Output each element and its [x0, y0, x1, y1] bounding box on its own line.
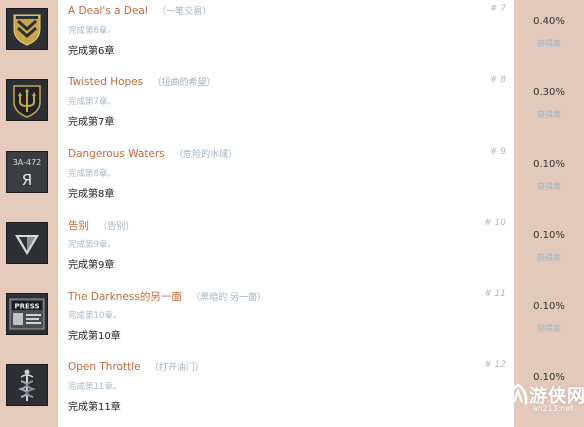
- achievement-description: 完成第11章。: [68, 382, 122, 392]
- achievement-row[interactable]: PRESS The Darkness的另一面 （黑暗的 另一面） 完成第10章。…: [0, 285, 584, 356]
- achievement-subtitle: （危险的水域）: [174, 150, 238, 160]
- achievement-row[interactable]: Open Throttle （打开油门） 完成第11章。 完成第11章 # 12…: [0, 356, 584, 427]
- achievement-percentage-label: 获得度: [537, 110, 561, 119]
- triangle-icon: [6, 222, 48, 264]
- achievement-title[interactable]: Dangerous Waters: [68, 148, 165, 160]
- achievement-number: # 9: [489, 147, 506, 157]
- achievement-title-line: A Deal's a Deal （一笔交易）: [68, 4, 211, 17]
- license-plate-icon: 3A-472 Я: [6, 151, 48, 193]
- achievement-title[interactable]: The Darkness的另一面: [68, 291, 182, 303]
- achievement-number: # 7: [489, 4, 506, 14]
- achievement-number: # 11: [484, 289, 506, 299]
- achievement-percentage: 0.40%: [533, 16, 565, 27]
- watermark-domain: ali213.net: [533, 404, 574, 413]
- achievement-subtitle: （黑暗的 另一面）: [191, 293, 267, 303]
- achievement-subtitle: （一笔交易）: [157, 7, 212, 17]
- achievement-subtitle: （告别）: [98, 222, 135, 232]
- achievement-percentage: 0.10%: [533, 301, 565, 312]
- achievement-row[interactable]: 告别 （告别） 完成第9章。 完成第9章 # 10 0.10% 获得度: [0, 214, 584, 285]
- press-badge-text: PRESS: [14, 303, 39, 311]
- achievement-requirement: 完成第7章: [68, 117, 115, 128]
- trident-shield-icon: [6, 79, 48, 121]
- achievement-row[interactable]: 3A-472 Я Dangerous Waters （危险的水域） 完成第8章。…: [0, 143, 584, 214]
- license-plate-text: 3A-472: [13, 158, 42, 167]
- achievement-requirement: 完成第9章: [68, 260, 115, 271]
- achievement-row[interactable]: Twisted Hopes （扭曲的希望） 完成第7章。 完成第7章 # 8 0…: [0, 71, 584, 142]
- achievement-requirement: 完成第8章: [68, 189, 115, 200]
- achievement-percentage: 0.10%: [533, 159, 565, 170]
- achievement-percentage: 0.10%: [533, 230, 565, 241]
- achievement-row[interactable]: A Deal's a Deal （一笔交易） 完成第6章。 完成第6章 # 7 …: [0, 0, 584, 71]
- achievement-percentage-label: 获得度: [537, 324, 561, 333]
- site-watermark: 游侠网 ali213.net: [503, 378, 584, 418]
- achievement-description: 完成第6章。: [68, 26, 116, 36]
- achievement-number: # 10: [484, 218, 506, 228]
- achievement-title-line: Dangerous Waters （危险的水域）: [68, 147, 237, 160]
- achievement-description: 完成第9章。: [68, 240, 116, 250]
- achievement-subtitle: （扭曲的希望）: [152, 78, 216, 88]
- achievement-percentage-label: 获得度: [537, 253, 561, 262]
- achievement-requirement: 完成第10章: [68, 331, 121, 342]
- achievement-number: # 12: [484, 360, 506, 370]
- achievement-percentage-label: 获得度: [537, 182, 561, 191]
- chevron-shield-icon: [6, 8, 48, 50]
- achievement-title-line: 告别 （告别）: [68, 218, 134, 233]
- achievement-percentage-label: 获得度: [537, 39, 561, 48]
- achievement-title-line: The Darkness的另一面 （黑暗的 另一面）: [68, 289, 266, 304]
- achievement-description: 完成第10章。: [68, 311, 122, 321]
- achievement-title[interactable]: 告别: [68, 220, 89, 232]
- press-badge-icon: PRESS: [6, 293, 48, 335]
- achievement-requirement: 完成第11章: [68, 402, 121, 413]
- achievement-requirement: 完成第6章: [68, 46, 115, 57]
- achievement-title-line: Twisted Hopes （扭曲的希望）: [68, 75, 216, 88]
- achievement-description: 完成第7章。: [68, 97, 116, 107]
- achievement-title[interactable]: Open Throttle: [68, 361, 141, 373]
- achievement-title[interactable]: Twisted Hopes: [68, 76, 143, 88]
- achievement-percentage: 0.30%: [533, 87, 565, 98]
- watermark-logo-icon: [508, 383, 528, 405]
- achievement-title-line: Open Throttle （打开油门）: [68, 360, 204, 373]
- achievement-subtitle: （打开油门）: [149, 363, 204, 373]
- achievement-title[interactable]: A Deal's a Deal: [68, 5, 148, 17]
- license-plate-letter: Я: [22, 171, 32, 189]
- caduceus-icon: [6, 364, 48, 406]
- achievement-number: # 8: [489, 75, 506, 85]
- achievement-description: 完成第8章。: [68, 169, 116, 179]
